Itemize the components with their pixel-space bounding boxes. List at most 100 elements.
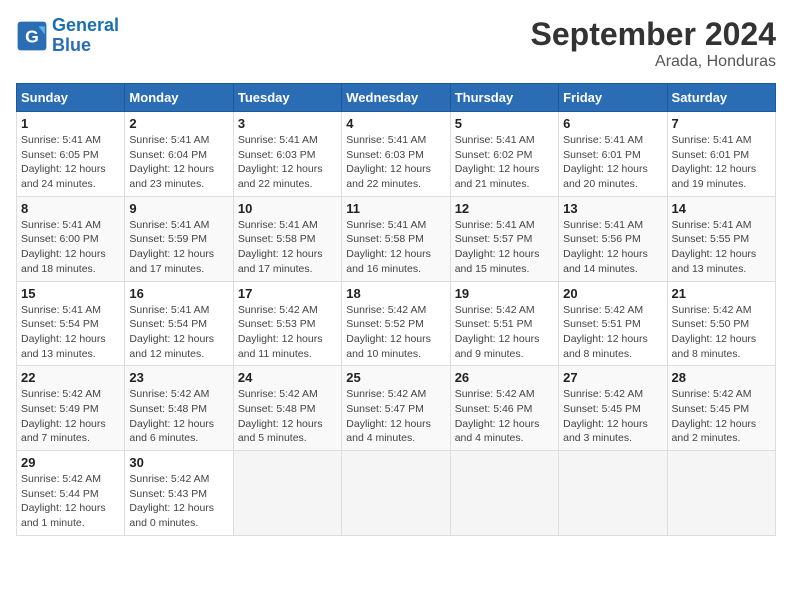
col-header-sunday: Sunday: [17, 84, 125, 112]
col-header-wednesday: Wednesday: [342, 84, 450, 112]
day-number: 30: [129, 455, 228, 470]
day-number: 26: [455, 370, 554, 385]
day-cell: 16 Sunrise: 5:41 AM Sunset: 5:54 PM Dayli…: [125, 281, 233, 366]
day-number: 7: [672, 116, 771, 131]
day-cell: 25 Sunrise: 5:42 AM Sunset: 5:47 PM Dayli…: [342, 366, 450, 451]
day-info: Sunrise: 5:41 AM Sunset: 6:00 PM Dayligh…: [21, 218, 120, 277]
day-info: Sunrise: 5:42 AM Sunset: 5:50 PM Dayligh…: [672, 303, 771, 362]
day-cell: 10 Sunrise: 5:41 AM Sunset: 5:58 PM Dayli…: [233, 196, 341, 281]
day-number: 10: [238, 201, 337, 216]
week-row-1: 1 Sunrise: 5:41 AM Sunset: 6:05 PM Daylig…: [17, 112, 776, 197]
day-info: Sunrise: 5:41 AM Sunset: 6:03 PM Dayligh…: [238, 133, 337, 192]
week-row-4: 22Sunrise: 5:42 AM Sunset: 5:49 PM Dayli…: [17, 366, 776, 451]
day-cell: [450, 451, 558, 536]
day-info: Sunrise: 5:42 AM Sunset: 5:47 PM Dayligh…: [346, 387, 445, 446]
day-cell: [559, 451, 667, 536]
day-number: 8: [21, 201, 120, 216]
day-cell: 13Sunrise: 5:41 AM Sunset: 5:56 PM Dayli…: [559, 196, 667, 281]
day-info: Sunrise: 5:41 AM Sunset: 5:54 PM Dayligh…: [21, 303, 120, 362]
day-number: 13: [563, 201, 662, 216]
logo-icon: G: [16, 20, 48, 52]
day-info: Sunrise: 5:42 AM Sunset: 5:43 PM Dayligh…: [129, 472, 228, 531]
day-info: Sunrise: 5:42 AM Sunset: 5:53 PM Dayligh…: [238, 303, 337, 362]
day-info: Sunrise: 5:41 AM Sunset: 5:58 PM Dayligh…: [346, 218, 445, 277]
page-header: G General Blue September 2024 Arada, Hon…: [16, 16, 776, 71]
day-number: 2: [129, 116, 228, 131]
day-cell: 28Sunrise: 5:42 AM Sunset: 5:45 PM Dayli…: [667, 366, 775, 451]
day-cell: 6 Sunrise: 5:41 AM Sunset: 6:01 PM Daylig…: [559, 112, 667, 197]
day-info: Sunrise: 5:41 AM Sunset: 6:01 PM Dayligh…: [563, 133, 662, 192]
calendar-table: SundayMondayTuesdayWednesdayThursdayFrid…: [16, 83, 776, 536]
day-info: Sunrise: 5:42 AM Sunset: 5:51 PM Dayligh…: [455, 303, 554, 362]
day-cell: 1 Sunrise: 5:41 AM Sunset: 6:05 PM Daylig…: [17, 112, 125, 197]
day-number: 18: [346, 286, 445, 301]
day-number: 21: [672, 286, 771, 301]
day-number: 9: [129, 201, 228, 216]
day-number: 19: [455, 286, 554, 301]
day-cell: 3 Sunrise: 5:41 AM Sunset: 6:03 PM Daylig…: [233, 112, 341, 197]
col-header-tuesday: Tuesday: [233, 84, 341, 112]
day-cell: 15 Sunrise: 5:41 AM Sunset: 5:54 PM Dayli…: [17, 281, 125, 366]
day-info: Sunrise: 5:42 AM Sunset: 5:51 PM Dayligh…: [563, 303, 662, 362]
day-number: 20: [563, 286, 662, 301]
day-info: Sunrise: 5:42 AM Sunset: 5:48 PM Dayligh…: [129, 387, 228, 446]
logo-general: General: [52, 15, 119, 35]
day-cell: 5Sunrise: 5:41 AM Sunset: 6:02 PM Daylig…: [450, 112, 558, 197]
svg-text:G: G: [25, 26, 39, 46]
day-number: 27: [563, 370, 662, 385]
col-header-saturday: Saturday: [667, 84, 775, 112]
logo-blue: Blue: [52, 35, 91, 55]
day-cell: 4 Sunrise: 5:41 AM Sunset: 6:03 PM Daylig…: [342, 112, 450, 197]
day-number: 4: [346, 116, 445, 131]
day-number: 15: [21, 286, 120, 301]
day-cell: 21 Sunrise: 5:42 AM Sunset: 5:50 PM Dayli…: [667, 281, 775, 366]
day-number: 24: [238, 370, 337, 385]
day-cell: 22Sunrise: 5:42 AM Sunset: 5:49 PM Dayli…: [17, 366, 125, 451]
day-cell: 29Sunrise: 5:42 AM Sunset: 5:44 PM Dayli…: [17, 451, 125, 536]
day-info: Sunrise: 5:42 AM Sunset: 5:48 PM Dayligh…: [238, 387, 337, 446]
title-block: September 2024 Arada, Honduras: [531, 16, 776, 71]
day-number: 25: [346, 370, 445, 385]
day-number: 11: [346, 201, 445, 216]
day-info: Sunrise: 5:41 AM Sunset: 5:58 PM Dayligh…: [238, 218, 337, 277]
day-cell: 7 Sunrise: 5:41 AM Sunset: 6:01 PM Daylig…: [667, 112, 775, 197]
day-info: Sunrise: 5:41 AM Sunset: 5:55 PM Dayligh…: [672, 218, 771, 277]
day-number: 1: [21, 116, 120, 131]
day-cell: [667, 451, 775, 536]
day-number: 22: [21, 370, 120, 385]
day-number: 3: [238, 116, 337, 131]
day-number: 16: [129, 286, 228, 301]
day-number: 29: [21, 455, 120, 470]
day-info: Sunrise: 5:42 AM Sunset: 5:46 PM Dayligh…: [455, 387, 554, 446]
calendar-header-row: SundayMondayTuesdayWednesdayThursdayFrid…: [17, 84, 776, 112]
day-number: 6: [563, 116, 662, 131]
month-title: September 2024: [531, 16, 776, 53]
day-cell: 23Sunrise: 5:42 AM Sunset: 5:48 PM Dayli…: [125, 366, 233, 451]
day-info: Sunrise: 5:41 AM Sunset: 6:03 PM Dayligh…: [346, 133, 445, 192]
day-number: 14: [672, 201, 771, 216]
day-number: 12: [455, 201, 554, 216]
day-cell: 17Sunrise: 5:42 AM Sunset: 5:53 PM Dayli…: [233, 281, 341, 366]
day-info: Sunrise: 5:41 AM Sunset: 5:54 PM Dayligh…: [129, 303, 228, 362]
day-info: Sunrise: 5:41 AM Sunset: 6:01 PM Dayligh…: [672, 133, 771, 192]
location-subtitle: Arada, Honduras: [531, 53, 776, 71]
week-row-2: 8 Sunrise: 5:41 AM Sunset: 6:00 PM Daylig…: [17, 196, 776, 281]
day-cell: 20 Sunrise: 5:42 AM Sunset: 5:51 PM Dayli…: [559, 281, 667, 366]
logo: G General Blue: [16, 16, 119, 56]
week-row-3: 15 Sunrise: 5:41 AM Sunset: 5:54 PM Dayli…: [17, 281, 776, 366]
day-cell: 30 Sunrise: 5:42 AM Sunset: 5:43 PM Dayli…: [125, 451, 233, 536]
day-info: Sunrise: 5:42 AM Sunset: 5:45 PM Dayligh…: [563, 387, 662, 446]
day-info: Sunrise: 5:41 AM Sunset: 6:04 PM Dayligh…: [129, 133, 228, 192]
day-cell: 27 Sunrise: 5:42 AM Sunset: 5:45 PM Dayli…: [559, 366, 667, 451]
day-info: Sunrise: 5:41 AM Sunset: 6:05 PM Dayligh…: [21, 133, 120, 192]
day-info: Sunrise: 5:41 AM Sunset: 6:02 PM Dayligh…: [455, 133, 554, 192]
day-number: 28: [672, 370, 771, 385]
day-cell: 12Sunrise: 5:41 AM Sunset: 5:57 PM Dayli…: [450, 196, 558, 281]
day-cell: 26 Sunrise: 5:42 AM Sunset: 5:46 PM Dayli…: [450, 366, 558, 451]
day-cell: 2 Sunrise: 5:41 AM Sunset: 6:04 PM Daylig…: [125, 112, 233, 197]
day-cell: 8 Sunrise: 5:41 AM Sunset: 6:00 PM Daylig…: [17, 196, 125, 281]
col-header-friday: Friday: [559, 84, 667, 112]
day-info: Sunrise: 5:41 AM Sunset: 5:59 PM Dayligh…: [129, 218, 228, 277]
col-header-monday: Monday: [125, 84, 233, 112]
day-cell: 14 Sunrise: 5:41 AM Sunset: 5:55 PM Dayli…: [667, 196, 775, 281]
